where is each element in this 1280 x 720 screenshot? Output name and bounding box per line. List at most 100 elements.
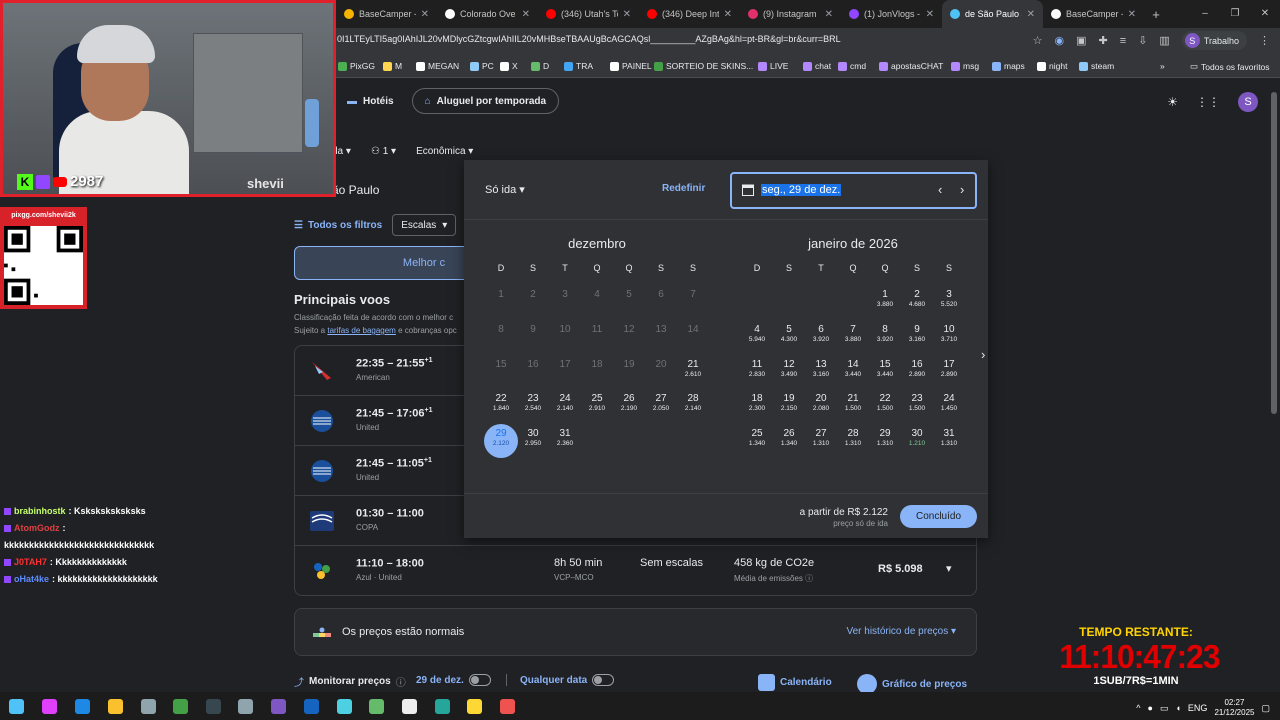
calendar-day[interactable]: 29 2.120 [484,424,518,459]
copilot-icon[interactable] [42,699,57,714]
calendar-day[interactable]: 2 4.680 [901,285,933,320]
bookmark-item[interactable]: msg [951,61,979,71]
class-select[interactable]: Econômica ▾ [416,146,473,157]
price-history-link[interactable]: Ver histórico de preços ▾ [846,626,956,637]
calendar-day[interactable]: 25 1.340 [741,424,773,459]
calendar-day[interactable]: 30 1.210 [901,424,933,459]
calendar-day[interactable]: 31 2.360 [549,424,581,459]
edge-icon[interactable] [75,699,90,714]
bookmark-item[interactable]: steam [1079,61,1114,71]
close-tab-icon[interactable]: ✕ [1128,9,1136,20]
prev-date-icon[interactable]: ‹ [938,182,942,197]
obs-icon[interactable] [271,699,286,714]
bookmark-item[interactable]: D [531,61,549,71]
theme-icon[interactable]: ☀ [1167,95,1178,109]
new-tab-button[interactable]: + [1144,7,1168,22]
calendar-day[interactable]: 5 4.300 [773,320,805,355]
calendar-day[interactable]: 13 3.160 [805,355,837,390]
bookmark-item[interactable]: apostasCHAT [879,61,943,71]
calendar-day[interactable]: 8 3.920 [869,320,901,355]
browser-tab[interactable]: de São Paulo a ✕ [942,0,1043,28]
calendar-day[interactable]: 1 3.880 [869,285,901,320]
browser-tab[interactable]: Colorado Ove ✕ [437,0,538,28]
calendar-day[interactable]: 6 3.920 [805,320,837,355]
notification-icon[interactable]: ▢ [1261,703,1270,714]
bookmark-item[interactable]: LIVE [758,61,788,71]
calendar-day[interactable]: 23 1.500 [901,389,933,424]
volume-icon[interactable]: ◖ [1175,703,1180,713]
calendar-day[interactable]: 18 2.300 [741,389,773,424]
close-tab-icon[interactable]: ✕ [623,9,631,20]
calendar-day[interactable]: 22 1.840 [485,389,517,424]
any-date-toggle[interactable] [592,674,615,686]
close-tab-icon[interactable]: ✕ [724,9,732,20]
rentals-tab[interactable]: ⌂ Aluguel por temporada [411,88,560,114]
bookmark-item[interactable]: M [383,61,402,71]
bookmark-item[interactable]: MEGAN [416,61,459,71]
close-tab-icon[interactable]: ✕ [522,9,530,20]
calendar-day[interactable]: 25 2.910 [581,389,613,424]
mic-icon[interactable]: ● [1148,703,1153,713]
calculator-icon[interactable] [402,699,417,714]
close-window-button[interactable]: ✕ [1250,0,1280,28]
browser-tab[interactable]: (346) Utah's To ✕ [538,0,639,28]
done-button[interactable]: Concluído [900,505,977,528]
passengers-select[interactable]: ⚇ 1 ▾ [371,146,396,157]
language-indicator[interactable]: ENG [1188,703,1208,713]
menu-icon[interactable]: ⋮ [1259,34,1270,47]
maximize-button[interactable]: ❐ [1220,0,1250,28]
download-icon[interactable]: ⇩ [1138,34,1147,47]
calendar-day[interactable]: 21 1.500 [837,389,869,424]
screen-icon[interactable]: ▣ [1076,34,1086,47]
windows-start-icon[interactable] [9,699,24,714]
store-icon[interactable] [141,699,156,714]
calendar-button[interactable]: Calendário [758,674,832,691]
profile-chip[interactable]: S Trabalho [1181,31,1247,50]
app-icon[interactable] [206,699,221,714]
url-field[interactable]: 0I1LTEyLTI5ag0IAhIJL20vMDlycGZtcgwIAhIIL… [337,34,841,44]
calendar-day[interactable]: 7 3.880 [837,320,869,355]
any-date[interactable]: Qualquer data [506,674,615,686]
flight-row[interactable]: 11:10 – 18:00 Azul · United 8h 50 min VCP… [295,546,976,595]
calendar-day[interactable]: 20 2.080 [805,389,837,424]
calendar-day[interactable]: 28 1.310 [837,424,869,459]
departure-date-field[interactable]: seg., 29 de dez. ‹ › [730,172,977,209]
calendar-day[interactable]: 22 1.500 [869,389,901,424]
calendar-day[interactable]: 11 2.830 [741,355,773,390]
bookmarks-overflow-icon[interactable]: » [1160,61,1165,71]
all-filters-button[interactable]: ☰ Todos os filtros [294,214,382,236]
account-avatar[interactable]: S [1238,92,1258,112]
media-icon[interactable]: ≡ [1120,35,1126,47]
bookmark-item[interactable]: PC [470,61,494,71]
calendar-day[interactable]: 21 2.610 [677,355,709,390]
tray-chevron-icon[interactable]: ^ [1136,703,1140,713]
bookmark-item[interactable]: TRA [564,61,593,71]
bookmark-item[interactable]: PixGG [338,61,375,71]
settings-icon[interactable] [238,699,253,714]
calendar-day[interactable]: 17 2.890 [933,355,965,390]
bookmark-item[interactable]: cmd [838,61,866,71]
star-icon[interactable]: ☆ [1033,34,1043,47]
browser-tab[interactable]: (9) Instagram ✕ [740,0,841,28]
chevron-down-icon[interactable]: ▾ [946,562,952,575]
baggage-fees-link[interactable]: tarifas de bagagem [327,326,396,335]
steam-icon[interactable] [304,699,319,714]
track-date[interactable]: 29 de dez. [416,674,491,686]
close-tab-icon[interactable]: ✕ [421,9,429,20]
bookmark-item[interactable]: maps [992,61,1025,71]
calendar-day[interactable]: 26 1.340 [773,424,805,459]
bookmark-item[interactable]: night [1037,61,1067,71]
page-scrollbar[interactable] [1271,92,1277,414]
next-date-icon[interactable]: › [960,182,964,197]
stops-filter[interactable]: Escalas ▾ [392,214,457,236]
bookmark-item[interactable]: PAINEL [610,61,652,71]
calendar-day[interactable]: 28 2.140 [677,389,709,424]
calendar-day[interactable]: 24 1.450 [933,389,965,424]
hotels-tab[interactable]: ▬ Hotéis [335,88,406,114]
close-tab-icon[interactable]: ✕ [825,9,833,20]
calendar-day[interactable]: 31 1.310 [933,424,965,459]
track-date-toggle[interactable] [468,674,491,686]
close-tab-icon[interactable]: ✕ [1027,9,1035,20]
taskbar-clock[interactable]: 02:27 21/12/2025 [1214,698,1254,718]
app5-icon[interactable] [467,699,482,714]
